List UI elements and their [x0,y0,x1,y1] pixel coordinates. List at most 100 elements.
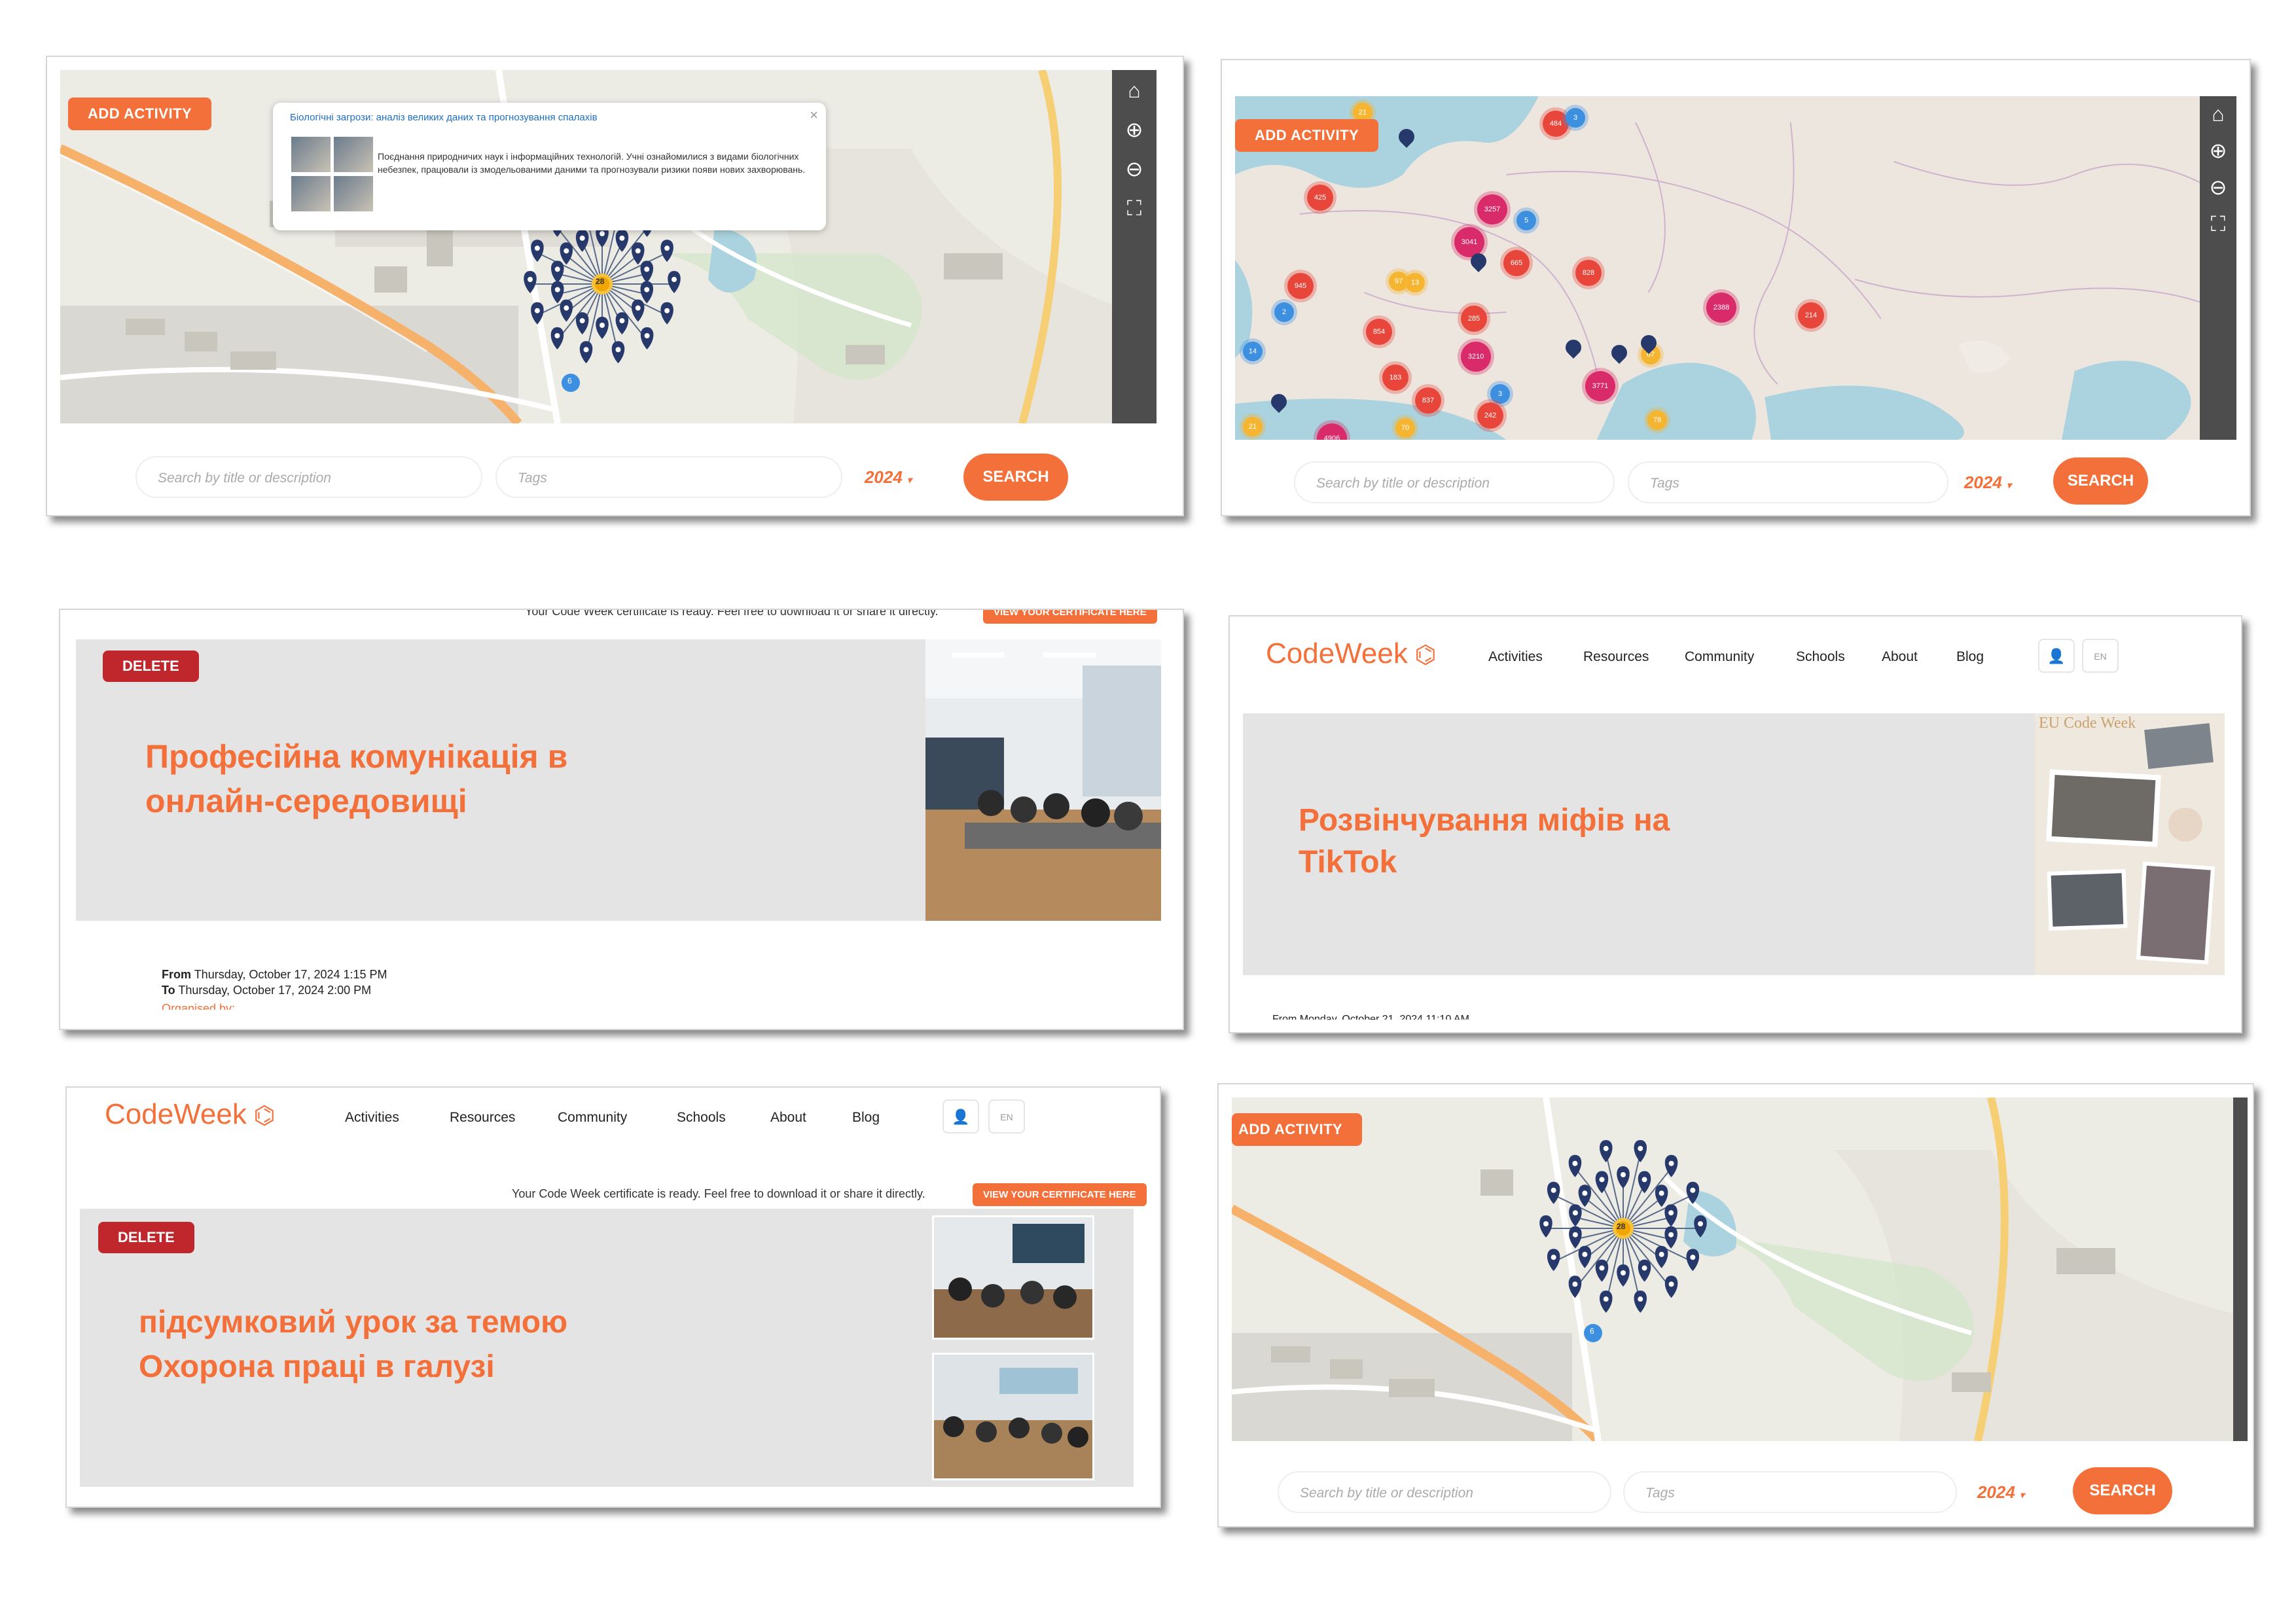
cluster-marker[interactable]: 97 [1389,272,1408,291]
cluster-count[interactable]: 28 [596,277,604,286]
map-canvas[interactable]: 28 6 [1232,1097,2233,1441]
tags-input[interactable]: Tags [1628,461,1948,503]
pin-dot [635,248,641,254]
map-controls [2233,1097,2248,1441]
delete-button[interactable]: DELETE [98,1222,194,1253]
cluster-marker[interactable]: 837 [1415,387,1441,414]
zoom-in-icon[interactable]: ⊕ [2206,138,2231,163]
cluster-marker[interactable]: 3 [1566,108,1585,128]
user-icon[interactable]: 👤 [2038,639,2075,673]
cluster-marker[interactable]: 2388 [1706,293,1736,323]
nav-community[interactable]: Community [1685,649,1754,665]
cluster-marker[interactable]: 3210 [1461,342,1491,372]
nav-resources[interactable]: Resources [1583,649,1649,665]
nav-about[interactable]: About [770,1110,806,1126]
activity-thumbnail [334,137,373,172]
cluster-marker[interactable]: 484 [1543,111,1569,137]
year-select[interactable]: 2024 ▾ [849,456,927,498]
language-selector[interactable]: EN [988,1099,1025,1133]
cluster-marker[interactable]: 828 [1575,260,1602,286]
year-select[interactable]: 2024 ▾ [1948,461,2027,503]
pin-dot [1668,1210,1674,1216]
search-input[interactable]: Search by title or description [1278,1471,1611,1513]
nav-schools[interactable]: Schools [1796,649,1845,665]
cluster-marker[interactable]: 14 [1243,342,1263,361]
cluster-marker[interactable]: 70 [1395,418,1415,438]
search-button[interactable]: SEARCH [2053,457,2148,505]
cluster-marker[interactable]: 285 [1461,306,1487,332]
year-select[interactable]: 2024 ▾ [1962,1471,2040,1513]
close-icon[interactable]: × [810,107,818,124]
blue-cluster-count[interactable]: 6 [1590,1327,1594,1336]
cluster-marker[interactable]: 214 [1798,302,1824,329]
add-activity-button[interactable]: ADD ACTIVITY [68,98,212,130]
cluster-marker[interactable]: 665 [1503,250,1530,276]
add-activity-button[interactable]: ADD ACTIVITY [1235,119,1379,152]
nav-blog[interactable]: Blog [1956,649,1984,665]
popup-description: Поєднання природничих наук і інформаційн… [378,151,806,175]
cluster-marker[interactable]: 21 [1243,417,1263,437]
event-title-line-1: підсумковий урок за темою [139,1305,568,1340]
nav-schools[interactable]: Schools [677,1110,726,1126]
pin-dot [1638,1296,1643,1302]
user-icon[interactable]: 👤 [942,1099,979,1133]
cluster-marker[interactable]: 3 [1490,384,1510,404]
nav-about[interactable]: About [1882,649,1918,665]
add-activity-button[interactable]: ADD ACTIVITY [1232,1113,1363,1146]
tags-input[interactable]: Tags [1623,1471,1957,1513]
cluster-marker[interactable]: 5 [1516,211,1536,230]
map-controls: ⌂ ⊕ ⊖ ⛶ [2200,96,2236,440]
nav-community[interactable]: Community [558,1110,627,1126]
cluster-marker[interactable]: 854 [1366,319,1392,345]
pin-dot [644,287,650,293]
top-nav: CodeWeek ⌬ Activities Resources Communit… [1230,616,2241,695]
cluster-marker[interactable]: 945 [1287,273,1314,299]
codeweek-logo[interactable]: CodeWeek ⌬ [105,1098,276,1131]
tags-input[interactable]: Tags [495,456,842,498]
pin-dot [554,266,560,272]
home-icon[interactable]: ⌂ [1122,78,1147,103]
fullscreen-icon[interactable]: ⛶ [2206,211,2231,236]
year-value: 2024 [1964,473,2002,492]
zoom-out-icon[interactable]: ⊖ [1122,156,1147,181]
event-title-line-1: Професійна комунікація в [145,738,568,775]
fullscreen-icon[interactable]: ⛶ [1122,196,1147,221]
search-input[interactable]: Search by title or description [1294,461,1615,503]
nav-activities[interactable]: Activities [1488,649,1543,665]
event-panel-1: Your Code Week certificate is ready. Fee… [59,609,1184,1030]
view-certificate-button[interactable]: VIEW YOUR CERTIFICATE HERE [983,610,1157,624]
search-input[interactable]: Search by title or description [135,456,482,498]
search-bar: Search by title or description Tags 2024… [1222,443,2250,515]
pin-dot [600,231,605,236]
delete-button[interactable]: DELETE [103,651,199,682]
cluster-marker[interactable]: 78 [1647,410,1667,430]
cluster-marker[interactable]: 183 [1382,365,1408,391]
zoom-out-icon[interactable]: ⊖ [2206,175,2231,200]
search-button[interactable]: SEARCH [963,454,1068,501]
language-selector[interactable]: EN [2082,639,2119,673]
codeweek-logo[interactable]: CodeWeek ⌬ [1266,637,1437,670]
event-dates: From Thursday, October 17, 2024 1:15 PM … [162,967,387,1010]
cluster-marker[interactable]: 242 [1477,402,1503,429]
cluster-marker[interactable]: 3257 [1477,194,1507,224]
cluster-marker[interactable]: 3771 [1585,371,1615,401]
pin-dot [1603,1296,1609,1302]
pin-dot [564,305,569,311]
pin-dot [579,318,585,324]
nav-activities[interactable]: Activities [345,1110,399,1126]
blue-cluster-count[interactable]: 6 [567,376,572,385]
cluster-count[interactable]: 28 [1617,1222,1625,1231]
nav-blog[interactable]: Blog [852,1110,880,1126]
home-icon[interactable]: ⌂ [2206,101,2231,126]
search-button[interactable]: SEARCH [2073,1467,2172,1514]
cluster-marker[interactable]: 425 [1307,185,1333,211]
nav-resources[interactable]: Resources [450,1110,515,1126]
logo-text: CodeWeek [105,1098,247,1130]
map-canvas[interactable]: 21 484 3 425 3257 5 3041 665 828 945 13 97 2 854 285 32… [1235,96,2210,440]
pin-dot [635,305,641,311]
view-certificate-button[interactable]: VIEW YOUR CERTIFICATE HERE [973,1183,1147,1206]
cluster-marker[interactable]: 2 [1274,302,1294,322]
popup-title[interactable]: Біологічні загрози: аналіз великих даних… [290,112,598,123]
zoom-in-icon[interactable]: ⊕ [1122,117,1147,142]
pin-dot [1659,1251,1664,1257]
